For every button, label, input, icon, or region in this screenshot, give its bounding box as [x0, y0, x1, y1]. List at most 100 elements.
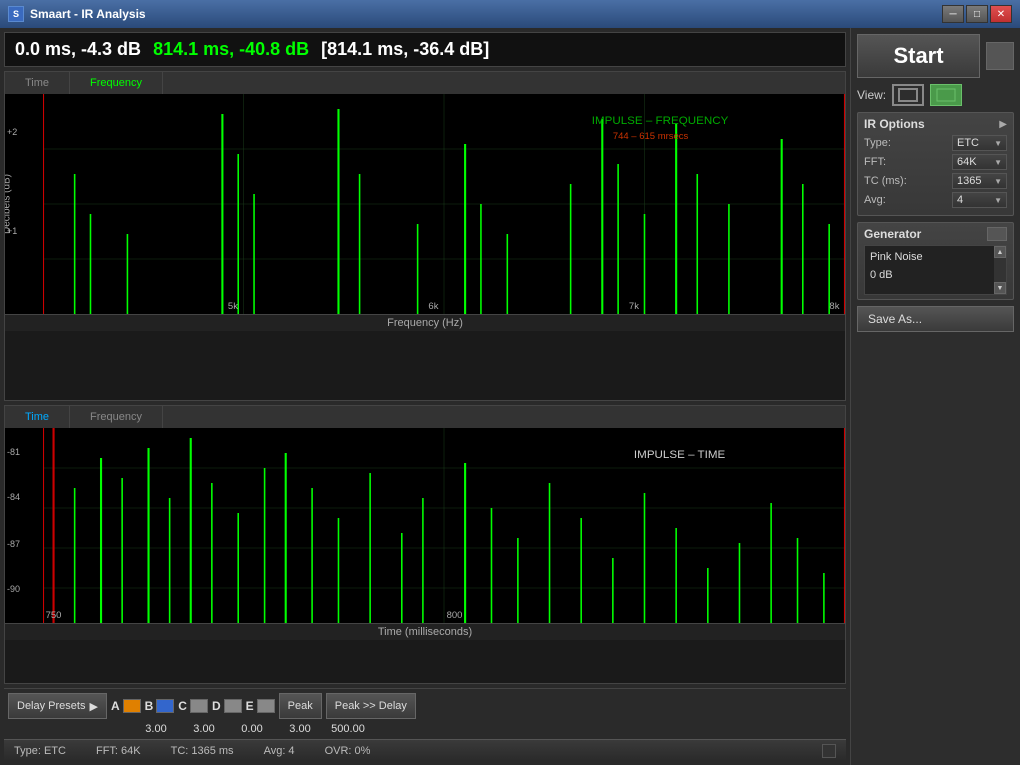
- preset-group-c: C: [178, 699, 208, 713]
- type-dropdown[interactable]: ETC ▼: [952, 135, 1007, 151]
- preset-color-b[interactable]: [156, 699, 174, 713]
- preset-group-e: E: [246, 699, 275, 713]
- svg-text:6k: 6k: [428, 301, 438, 311]
- frequency-chart-area[interactable]: +2 +1 Decibels (dB): [5, 94, 845, 314]
- preset-label-d: D: [212, 699, 221, 713]
- time-chart-svg: IMPULSE – TIME 750 800: [43, 428, 845, 623]
- app-icon: S: [8, 6, 24, 22]
- fft-dropdown[interactable]: 64K ▼: [952, 154, 1007, 170]
- time-chart-wrapper: Time Frequency -81 -84 -87 -90 ETC (dB): [4, 405, 846, 684]
- type-label: Type:: [864, 137, 891, 149]
- values-row: 3.00 3.00 0.00 3.00 500.00: [8, 723, 842, 735]
- noise-level: 0 dB: [870, 267, 1001, 285]
- freq-tab-time[interactable]: Time: [5, 72, 70, 94]
- generator-scrollbar: ▲ ▼: [994, 246, 1006, 294]
- value-e: 500.00: [326, 723, 370, 735]
- stop-button[interactable]: [986, 42, 1014, 70]
- left-panel: 0.0 ms, -4.3 dB 814.1 ms, -40.8 dB [814.…: [0, 28, 850, 765]
- view-label: View:: [857, 88, 886, 102]
- freq-tab-frequency[interactable]: Frequency: [70, 72, 163, 94]
- tc-label: TC (ms):: [864, 175, 907, 187]
- svg-text:7k: 7k: [629, 301, 639, 311]
- svg-text:800: 800: [447, 610, 463, 620]
- start-button[interactable]: Start: [857, 34, 980, 78]
- svg-text:IMPULSE – TIME: IMPULSE – TIME: [634, 449, 726, 461]
- peak-delay-button[interactable]: Peak >> Delay: [326, 693, 416, 719]
- status-tc: TC: 1365 ms: [171, 745, 234, 757]
- preset-group-b: B: [145, 699, 175, 713]
- avg-dropdown[interactable]: 4 ▼: [952, 192, 1007, 208]
- close-button[interactable]: ✕: [990, 5, 1012, 23]
- outline-view-icon: [898, 88, 918, 102]
- time-tab-time[interactable]: Time: [5, 406, 70, 428]
- ir-options-arrow-icon[interactable]: ▶: [999, 119, 1007, 130]
- noise-type: Pink Noise: [870, 249, 1001, 267]
- right-panel: Start View: IR Options ▶: [850, 28, 1020, 765]
- status-fft: FFT: 64K: [96, 745, 141, 757]
- freq-x-label: Frequency (Hz): [5, 314, 845, 331]
- generator-content: Pink Noise 0 dB: [865, 246, 1006, 287]
- time-tab-frequency[interactable]: Frequency: [70, 406, 163, 428]
- ir-options-section: IR Options ▶ Type: ETC ▼ FFT: 64K ▼ TC (…: [857, 112, 1014, 216]
- ir-options-title: IR Options: [864, 117, 925, 131]
- titlebar: S Smaart - IR Analysis ─ □ ✕: [0, 0, 1020, 28]
- header-display: 0.0 ms, -4.3 dB 814.1 ms, -40.8 dB [814.…: [4, 32, 846, 67]
- scroll-down-button[interactable]: ▼: [994, 282, 1006, 294]
- generator-section: Generator Pink Noise 0 dB ▲ ▼: [857, 222, 1014, 300]
- fft-dropdown-arrow: ▼: [994, 158, 1002, 167]
- preset-color-d[interactable]: [224, 699, 242, 713]
- generator-title: Generator: [864, 227, 921, 241]
- peak-button[interactable]: Peak: [279, 693, 322, 719]
- filled-view-icon: [936, 88, 956, 102]
- preset-label-e: E: [246, 699, 254, 713]
- fft-label: FFT:: [864, 156, 886, 168]
- time-chart-tabs: Time Frequency: [5, 406, 845, 428]
- value-c: 0.00: [230, 723, 274, 735]
- secondary-measurement: 814.1 ms, -40.8 dB: [153, 39, 309, 60]
- status-type: Type: ETC: [14, 745, 66, 757]
- bracket-measurement: [814.1 ms, -36.4 dB]: [321, 39, 489, 60]
- preset-color-c[interactable]: [190, 699, 208, 713]
- avg-option-row: Avg: 4 ▼: [864, 192, 1007, 208]
- type-dropdown-arrow: ▼: [994, 139, 1002, 148]
- scroll-up-button[interactable]: ▲: [994, 246, 1006, 258]
- frequency-chart-svg: IMPULSE – FREQUENCY 744 – 615 mrsecs 5k …: [43, 94, 845, 314]
- avg-label: Avg:: [864, 194, 886, 206]
- minimize-button[interactable]: ─: [942, 5, 964, 23]
- generator-toggle[interactable]: [987, 227, 1007, 241]
- tc-value: 1365: [957, 175, 981, 187]
- status-indicator: [822, 744, 836, 758]
- view-section: View:: [857, 84, 1014, 106]
- status-ovr: OVR: 0%: [325, 745, 371, 757]
- freq-chart-tabs: Time Frequency: [5, 72, 845, 94]
- save-as-button[interactable]: Save As...: [857, 306, 1014, 332]
- view-outline-button[interactable]: [892, 84, 924, 106]
- delay-presets-button[interactable]: Delay Presets ▶: [8, 693, 107, 719]
- view-filled-button[interactable]: [930, 84, 962, 106]
- time-chart-area[interactable]: -81 -84 -87 -90 ETC (dB): [5, 428, 845, 623]
- fft-value: 64K: [957, 156, 977, 168]
- preset-row: Delay Presets ▶ A B C: [8, 693, 842, 719]
- preset-label-a: A: [111, 699, 120, 713]
- maximize-button[interactable]: □: [966, 5, 988, 23]
- avg-value: 4: [957, 194, 963, 206]
- generator-scroll[interactable]: Pink Noise 0 dB ▲ ▼: [864, 245, 1007, 295]
- tc-dropdown-arrow: ▼: [994, 177, 1002, 186]
- value-d: 3.00: [278, 723, 322, 735]
- titlebar-controls: ─ □ ✕: [942, 5, 1012, 23]
- type-option-row: Type: ETC ▼: [864, 135, 1007, 151]
- svg-text:750: 750: [46, 610, 62, 620]
- value-a: 3.00: [134, 723, 178, 735]
- tc-dropdown[interactable]: 1365 ▼: [952, 173, 1007, 189]
- preset-group-a: A: [111, 699, 141, 713]
- preset-color-e[interactable]: [257, 699, 275, 713]
- freq-y-axis-label: Decibels (dB): [5, 174, 13, 234]
- svg-text:5k: 5k: [228, 301, 238, 311]
- time-x-label: Time (milliseconds): [5, 623, 845, 640]
- titlebar-left: S Smaart - IR Analysis: [8, 6, 146, 22]
- preset-label-b: B: [145, 699, 154, 713]
- preset-label-c: C: [178, 699, 187, 713]
- main-area: 0.0 ms, -4.3 dB 814.1 ms, -40.8 dB [814.…: [0, 28, 1020, 765]
- svg-text:IMPULSE – FREQUENCY: IMPULSE – FREQUENCY: [592, 115, 729, 127]
- preset-color-a[interactable]: [123, 699, 141, 713]
